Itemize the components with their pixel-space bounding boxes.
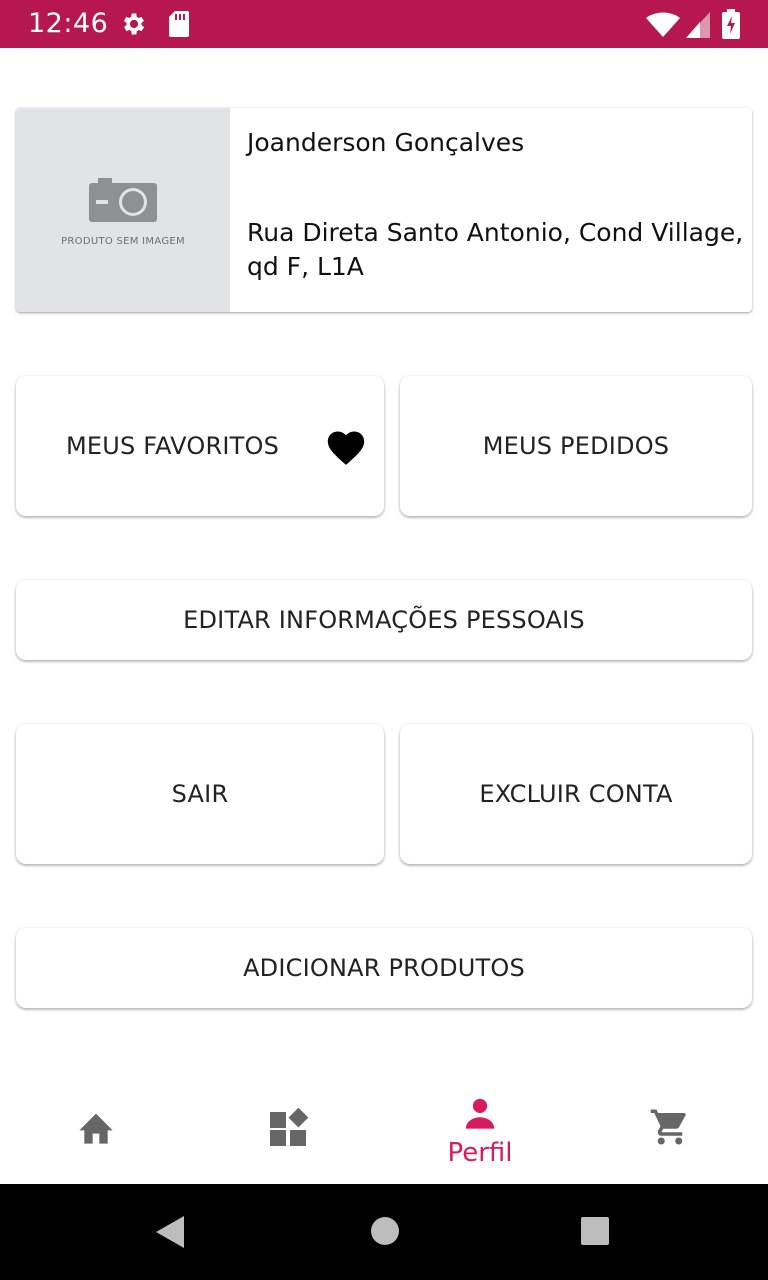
- nav-label-profile: Perfil: [447, 1138, 513, 1168]
- delete-account-button[interactable]: EXCLUIR CONTA: [400, 724, 752, 864]
- status-bar: 12:46: [0, 0, 768, 48]
- add-products-label: ADICIONAR PRODUTOS: [243, 954, 525, 982]
- bottom-navigation: Perfil: [0, 1088, 768, 1184]
- status-time: 12:46: [28, 8, 109, 39]
- logout-label: SAIR: [171, 780, 229, 808]
- nav-item-categories[interactable]: [192, 1088, 384, 1184]
- settings-icon: [120, 10, 148, 42]
- nav-item-cart[interactable]: [576, 1088, 768, 1184]
- profile-address: Rua Direta Santo Antonio, Cond Village, …: [247, 218, 744, 281]
- logout-button[interactable]: SAIR: [16, 724, 384, 864]
- no-image-text: PRODUTO SEM IMAGEM: [61, 236, 185, 247]
- home-circle-icon[interactable]: [370, 1216, 400, 1246]
- orders-button[interactable]: MEUS PEDIDOS: [400, 376, 752, 516]
- heart-icon: [324, 426, 368, 470]
- cart-icon: [650, 1109, 686, 1145]
- orders-label: MEUS PEDIDOS: [482, 432, 670, 460]
- edit-info-label: EDITAR INFORMAÇÕES PESSOAIS: [183, 606, 585, 634]
- wifi-icon: [646, 12, 680, 42]
- system-navigation-bar: [0, 1184, 768, 1280]
- profile-card: PRODUTO SEM IMAGEM Joanderson Gonçalves …: [16, 108, 752, 312]
- favorites-button[interactable]: MEUS FAVORITOS: [16, 376, 384, 516]
- favorites-label: MEUS FAVORITOS: [66, 432, 280, 460]
- add-products-button[interactable]: ADICIONAR PRODUTOS: [16, 928, 752, 1008]
- delete-account-label: EXCLUIR CONTA: [479, 780, 673, 808]
- nav-item-profile[interactable]: Perfil: [384, 1088, 576, 1184]
- signal-icon: [686, 12, 710, 42]
- categories-icon: [270, 1108, 308, 1146]
- home-icon: [79, 1113, 113, 1144]
- recents-icon[interactable]: [580, 1216, 610, 1246]
- profile-image-placeholder: PRODUTO SEM IMAGEM: [16, 108, 230, 312]
- person-icon: [465, 1098, 495, 1129]
- sd-card-icon: [168, 10, 190, 42]
- edit-info-button[interactable]: EDITAR INFORMAÇÕES PESSOAIS: [16, 580, 752, 660]
- battery-charging-icon: [722, 9, 740, 43]
- nav-item-home[interactable]: [0, 1088, 192, 1184]
- profile-name: Joanderson Gonçalves: [247, 128, 525, 157]
- back-icon[interactable]: [156, 1216, 186, 1248]
